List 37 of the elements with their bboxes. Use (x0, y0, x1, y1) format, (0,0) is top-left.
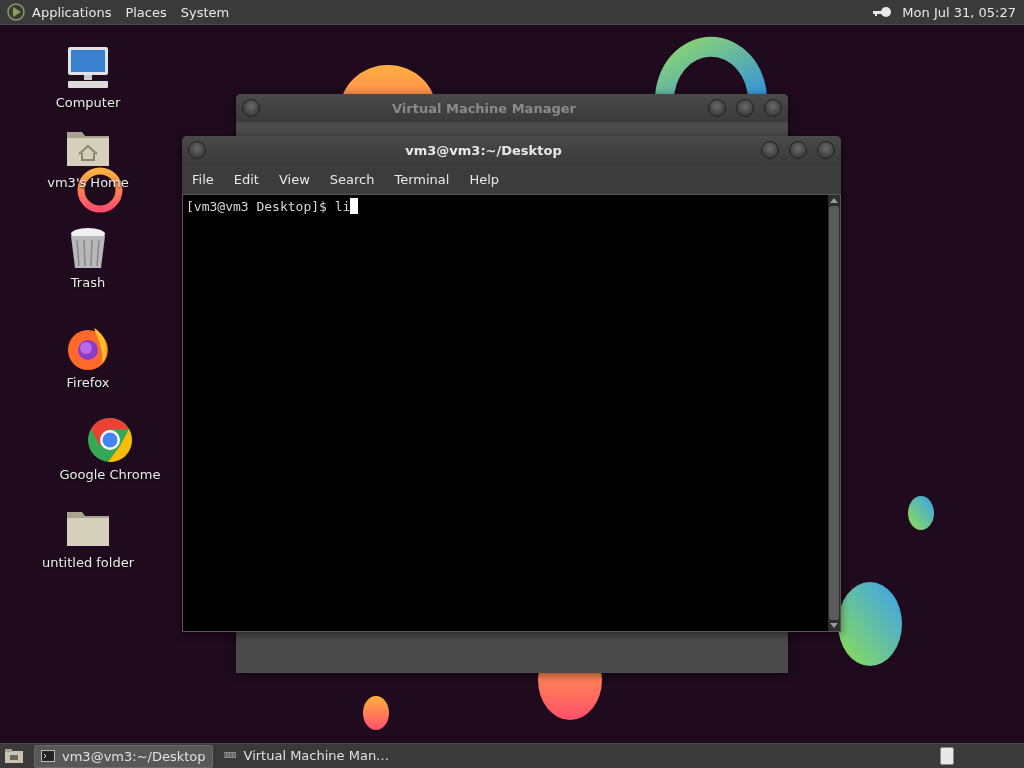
terminal-line: [vm3@vm3 Desktop]$ li (186, 198, 351, 214)
menu-item[interactable]: Terminal (394, 171, 450, 187)
icon-label[interactable]: Computer (55, 95, 121, 110)
clock[interactable]: Mon Jul 31, 05:27 (902, 4, 1016, 20)
panel-menu[interactable]: System (180, 4, 230, 20)
maximize-button[interactable] (736, 99, 754, 117)
text-cursor (350, 198, 359, 214)
minimize-button[interactable] (708, 99, 726, 117)
chrome-icon[interactable] (86, 416, 134, 464)
close-button[interactable] (817, 141, 835, 159)
taskbar-button[interactable]: Virtual Machine Man… (216, 744, 396, 766)
server-icon (222, 749, 237, 761)
window-title: vm3@vm3:~/Desktop (404, 142, 563, 158)
window-menu-button[interactable] (242, 99, 260, 117)
window-title: Virtual Machine Manager (391, 100, 577, 116)
close-button[interactable] (764, 99, 782, 117)
icon-label[interactable]: Google Chrome (59, 467, 161, 482)
key-icon[interactable] (872, 6, 893, 18)
panel-menu[interactable]: Applications (32, 4, 112, 20)
panel-menu[interactable]: Places (125, 4, 167, 20)
taskbar-button[interactable]: vm3@vm3:~/Desktop (34, 744, 213, 768)
icon-label[interactable]: Trash (70, 275, 106, 290)
terminal-icon (41, 750, 55, 762)
workspace-switcher[interactable] (940, 747, 954, 765)
menu-item[interactable]: Edit (233, 171, 259, 187)
menu-logo-icon[interactable] (6, 2, 26, 22)
menu-item[interactable]: View (278, 171, 310, 187)
menu-item[interactable]: Search (329, 171, 375, 187)
icon-label[interactable]: Firefox (66, 375, 110, 390)
icon-label[interactable]: untitled folder (42, 555, 134, 570)
window-menu-button[interactable] (188, 141, 206, 159)
maximize-button[interactable] (789, 141, 807, 159)
minimize-button[interactable] (761, 141, 779, 159)
show-desktop-icon[interactable] (4, 748, 24, 764)
scrollbar[interactable] (828, 195, 840, 631)
menu-item[interactable]: File (192, 171, 214, 187)
menu-item[interactable]: Help (469, 171, 500, 187)
